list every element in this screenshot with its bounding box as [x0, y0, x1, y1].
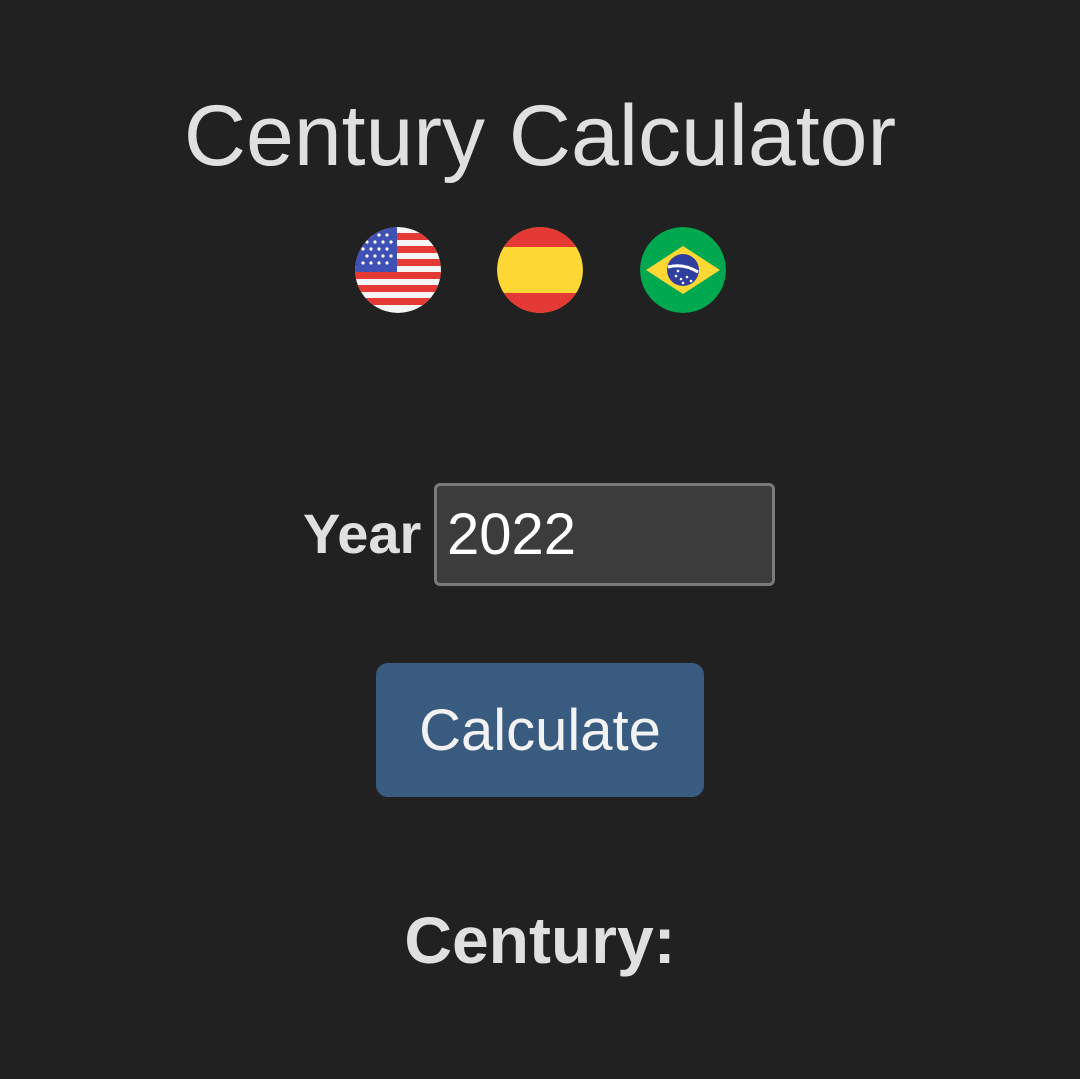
- us-flag-icon[interactable]: [355, 227, 441, 313]
- century-result: Century:: [404, 903, 676, 977]
- spain-flag-icon[interactable]: [497, 227, 583, 313]
- year-input[interactable]: [434, 483, 775, 586]
- calculate-button[interactable]: Calculate: [376, 663, 704, 797]
- year-label: Year: [303, 502, 422, 565]
- year-field-row: Year: [303, 483, 783, 586]
- page-title: Century Calculator: [183, 88, 897, 184]
- language-selector: [355, 227, 726, 313]
- brazil-flag-icon[interactable]: [640, 227, 726, 313]
